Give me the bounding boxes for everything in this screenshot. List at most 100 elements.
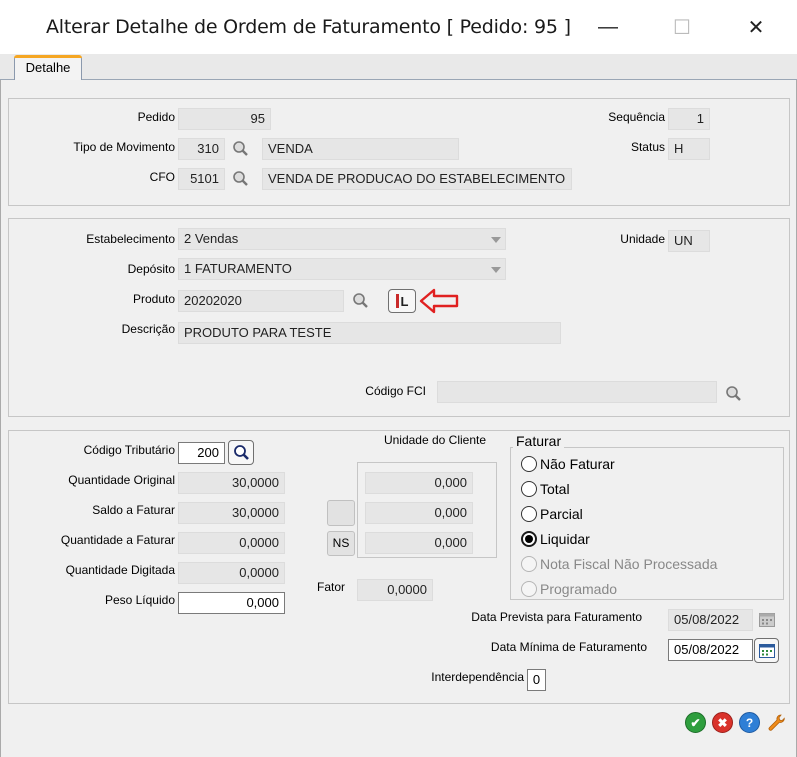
data-minima-label: Data Mínima de Faturamento xyxy=(490,640,647,654)
radio-button[interactable] xyxy=(521,481,537,497)
close-button[interactable]: ✕ xyxy=(733,10,779,44)
sequencia-label: Sequência xyxy=(608,110,665,124)
unidade-field: UN xyxy=(668,230,710,252)
tab-strip xyxy=(0,54,797,80)
status-field: H xyxy=(668,138,710,160)
close-icon: ✖ xyxy=(717,715,728,730)
radio-nota-fiscal: Nota Fiscal Não Processada xyxy=(521,556,717,572)
codigo-tributario-field[interactable]: 200 xyxy=(178,442,225,464)
cancel-button[interactable]: ✖ xyxy=(712,712,733,733)
tab-detalhe[interactable]: Detalhe xyxy=(14,56,82,81)
check-icon: ✔ xyxy=(690,715,701,730)
unidade-blank-button[interactable] xyxy=(327,500,355,526)
radio-programado: Programado xyxy=(521,581,617,597)
cfo-search-icon[interactable] xyxy=(228,167,252,191)
maximize-button[interactable]: ☐ xyxy=(659,10,705,44)
ok-button[interactable]: ✔ xyxy=(685,712,706,733)
deposito-value: 1 FATURAMENTO xyxy=(184,261,292,276)
search-icon xyxy=(234,444,249,460)
unidade-cliente-label: Unidade do Cliente xyxy=(383,433,487,447)
codigo-tributario-label: Código Tributário xyxy=(83,443,175,457)
qtd-faturar-label: Quantidade a Faturar xyxy=(60,533,175,547)
tipo-movimento-desc-field: VENDA xyxy=(262,138,459,160)
saldo-label: Saldo a Faturar xyxy=(92,503,175,517)
radio-liquidar[interactable]: Liquidar xyxy=(521,531,590,547)
tab-active-accent xyxy=(14,55,82,58)
faturar-legend: Faturar xyxy=(513,433,565,449)
wrench-icon xyxy=(768,714,785,731)
status-label: Status xyxy=(630,140,665,154)
fator-label: Fator xyxy=(316,580,345,594)
peso-field[interactable]: 0,000 xyxy=(178,592,285,614)
produto-field: 20202020 xyxy=(178,290,344,312)
codigo-fci-field xyxy=(437,381,717,403)
radio-button[interactable] xyxy=(521,456,537,472)
uc-field-1: 0,000 xyxy=(365,472,473,494)
uc-field-2: 0,000 xyxy=(365,502,473,524)
red-arrow-icon xyxy=(419,288,459,314)
chevron-down-icon xyxy=(491,267,501,273)
radio-label: Programado xyxy=(540,581,618,597)
list-bar-icon xyxy=(395,294,399,308)
qtd-digitada-label: Quantidade Digitada xyxy=(65,563,175,577)
radio-nao-faturar[interactable]: Não Faturar xyxy=(521,456,615,472)
saldo-field: 30,0000 xyxy=(178,502,285,524)
radio-label: Total xyxy=(540,481,570,497)
sequencia-field: 1 xyxy=(668,108,710,130)
cfo-desc-field: VENDA DE PRODUCAO DO ESTABELECIMENTO xyxy=(262,168,572,190)
calendar-icon xyxy=(755,608,779,632)
descricao-label: Descrição xyxy=(121,322,175,336)
minimize-button[interactable]: — xyxy=(585,10,631,44)
radio-button-disabled xyxy=(521,556,537,572)
radio-total[interactable]: Total xyxy=(521,481,570,497)
estabelecimento-label: Estabelecimento xyxy=(86,232,175,246)
ns-button[interactable]: NS xyxy=(327,531,355,556)
cfo-label: CFO xyxy=(149,170,175,184)
pedido-field: 95 xyxy=(178,108,271,130)
radio-button[interactable] xyxy=(521,506,537,522)
codigo-fci-label: Código FCI xyxy=(365,384,426,398)
codigo-fci-search-icon[interactable] xyxy=(721,382,745,406)
radio-label: Liquidar xyxy=(540,531,590,547)
deposito-label: Depósito xyxy=(127,262,175,276)
interdependencia-field[interactable]: 0 xyxy=(527,669,546,691)
lote-button[interactable]: L xyxy=(388,289,416,313)
qtd-faturar-field: 0,0000 xyxy=(178,532,285,554)
qtd-original-field: 30,0000 xyxy=(178,472,285,494)
window-title: Alterar Detalhe de Ordem de Faturamento … xyxy=(46,16,571,38)
calendar-icon xyxy=(758,643,775,658)
radio-label: Parcial xyxy=(540,506,583,522)
peso-label: Peso Líquido xyxy=(104,593,175,607)
radio-button-disabled xyxy=(521,581,537,597)
data-minima-field[interactable]: 05/08/2022 xyxy=(668,639,753,661)
tools-button[interactable] xyxy=(765,711,788,734)
calendar-picker-button[interactable] xyxy=(754,638,779,663)
unidade-label: Unidade xyxy=(620,232,665,246)
radio-label: Não Faturar xyxy=(540,456,615,472)
radio-button-selected[interactable] xyxy=(521,531,537,547)
data-prevista-field: 05/08/2022 xyxy=(668,609,753,631)
chevron-down-icon xyxy=(491,237,501,243)
codigo-tributario-search-button[interactable] xyxy=(228,440,254,465)
tipo-movimento-code-field: 310 xyxy=(178,138,225,160)
tipo-movimento-search-icon[interactable] xyxy=(228,137,252,161)
tipo-movimento-label: Tipo de Movimento xyxy=(73,140,175,154)
interdependencia-label: Interdependência xyxy=(431,670,524,684)
radio-dot xyxy=(525,535,533,543)
produto-label: Produto xyxy=(132,292,175,306)
data-prevista-label: Data Prevista para Faturamento xyxy=(471,610,642,624)
help-button[interactable]: ? xyxy=(739,712,760,733)
estabelecimento-value: 2 Vendas xyxy=(184,231,239,246)
help-icon: ? xyxy=(745,715,754,730)
pedido-label: Pedido xyxy=(137,110,175,124)
radio-parcial[interactable]: Parcial xyxy=(521,506,583,522)
cfo-code-field: 5101 xyxy=(178,168,225,190)
uc-field-3: 0,000 xyxy=(365,532,473,554)
estabelecimento-select[interactable]: 2 Vendas xyxy=(178,228,506,250)
deposito-select[interactable]: 1 FATURAMENTO xyxy=(178,258,506,280)
qtd-original-label: Quantidade Original xyxy=(68,473,175,487)
lote-button-glyph: L xyxy=(400,293,409,309)
radio-label: Nota Fiscal Não Processada xyxy=(540,556,718,572)
descricao-field: PRODUTO PARA TESTE xyxy=(178,322,561,344)
produto-search-icon[interactable] xyxy=(348,289,372,313)
